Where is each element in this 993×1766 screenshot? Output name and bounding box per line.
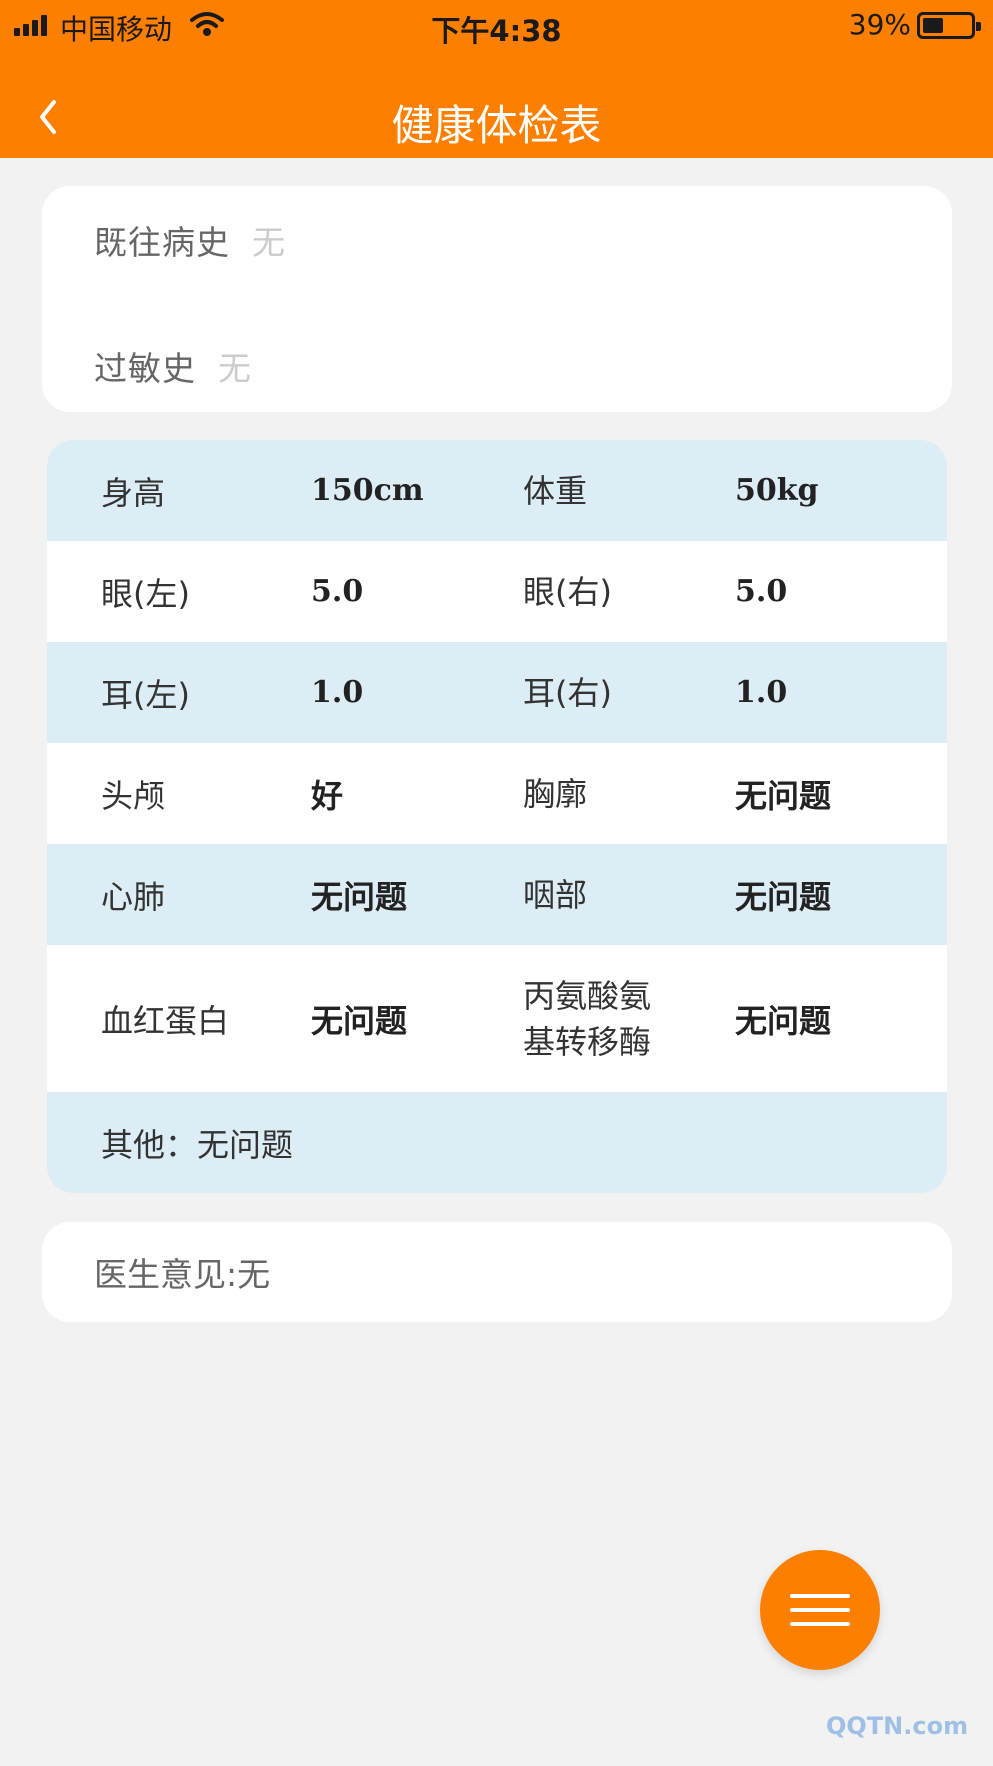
eye-right-value: 5.0 xyxy=(735,574,788,609)
heart-lung-label: 心肺 xyxy=(101,877,166,916)
menu-icon-bar xyxy=(790,1608,850,1612)
hemoglobin-value: 无问题 xyxy=(311,1001,408,1040)
other-notes: 其他：无问题 xyxy=(101,1125,294,1164)
alt-value: 无问题 xyxy=(735,1001,832,1040)
ear-right-label: 耳(右) xyxy=(523,673,612,712)
alt-label: 丙氨酸氨 基转移酶 xyxy=(523,945,651,1092)
page-title: 健康体检表 xyxy=(391,101,602,150)
alt-label-line2: 基转移酶 xyxy=(523,1022,652,1061)
eye-left-label: 眼(左) xyxy=(101,574,190,613)
table-row: 身高 150cm 体重 50kg xyxy=(47,440,947,541)
status-time: 下午4:38 xyxy=(431,14,562,48)
allergy-history-row: 过敏史无 xyxy=(94,342,251,390)
alt-label-line1: 丙氨酸氨 xyxy=(523,976,652,1015)
past-history-value: 无 xyxy=(252,223,285,262)
status-bar: 中国移动 下午4:38 39% xyxy=(0,0,993,52)
weight-value: 50kg xyxy=(735,473,819,508)
doctor-opinion-card: 医生意见:无 xyxy=(42,1222,952,1322)
weight-label: 体重 xyxy=(523,471,588,510)
pharynx-label: 咽部 xyxy=(523,875,588,914)
past-history-row: 既往病史无 xyxy=(94,216,285,264)
menu-icon xyxy=(790,1594,850,1598)
menu-icon-bar xyxy=(790,1622,850,1626)
exam-table: 身高 150cm 体重 50kg 眼(左) 5.0 眼(右) 5.0 耳(左) … xyxy=(47,440,947,1193)
watermark: QQTN.com xyxy=(826,1712,969,1740)
battery-percent: 39% xyxy=(848,8,911,41)
thorax-value: 无问题 xyxy=(735,776,832,815)
thorax-label: 胸廓 xyxy=(523,774,588,813)
height-value: 150cm xyxy=(311,473,424,508)
battery-icon xyxy=(917,12,981,39)
height-label: 身高 xyxy=(101,473,166,512)
ear-right-value: 1.0 xyxy=(735,675,788,710)
menu-button[interactable] xyxy=(760,1550,880,1670)
allergy-value: 无 xyxy=(218,349,251,388)
allergy-label: 过敏史 xyxy=(94,349,196,388)
hemoglobin-label: 血红蛋白 xyxy=(101,1001,230,1040)
table-row: 其他：无问题 xyxy=(47,1092,947,1193)
ear-left-label: 耳(左) xyxy=(101,675,190,714)
eye-left-value: 5.0 xyxy=(311,574,364,609)
table-row: 头颅 好 胸廓 无问题 xyxy=(47,743,947,844)
table-row: 眼(左) 5.0 眼(右) 5.0 xyxy=(47,541,947,642)
skull-label: 头颅 xyxy=(101,776,166,815)
doctor-opinion: 医生意见:无 xyxy=(94,1255,271,1294)
eye-right-label: 眼(右) xyxy=(523,572,612,611)
app-header: 中国移动 下午4:38 39% 健康体检表 xyxy=(0,0,993,158)
table-row: 血红蛋白 无问题 丙氨酸氨 基转移酶 无问题 xyxy=(47,945,947,1092)
history-card: 既往病史无 过敏史无 xyxy=(42,186,952,412)
table-row: 心肺 无问题 咽部 无问题 xyxy=(47,844,947,945)
pharynx-value: 无问题 xyxy=(735,877,832,916)
past-history-label: 既往病史 xyxy=(94,223,230,262)
table-row: 耳(左) 1.0 耳(右) 1.0 xyxy=(47,642,947,743)
heart-lung-value: 无问题 xyxy=(311,877,408,916)
skull-value: 好 xyxy=(311,776,344,815)
ear-left-value: 1.0 xyxy=(311,675,364,710)
